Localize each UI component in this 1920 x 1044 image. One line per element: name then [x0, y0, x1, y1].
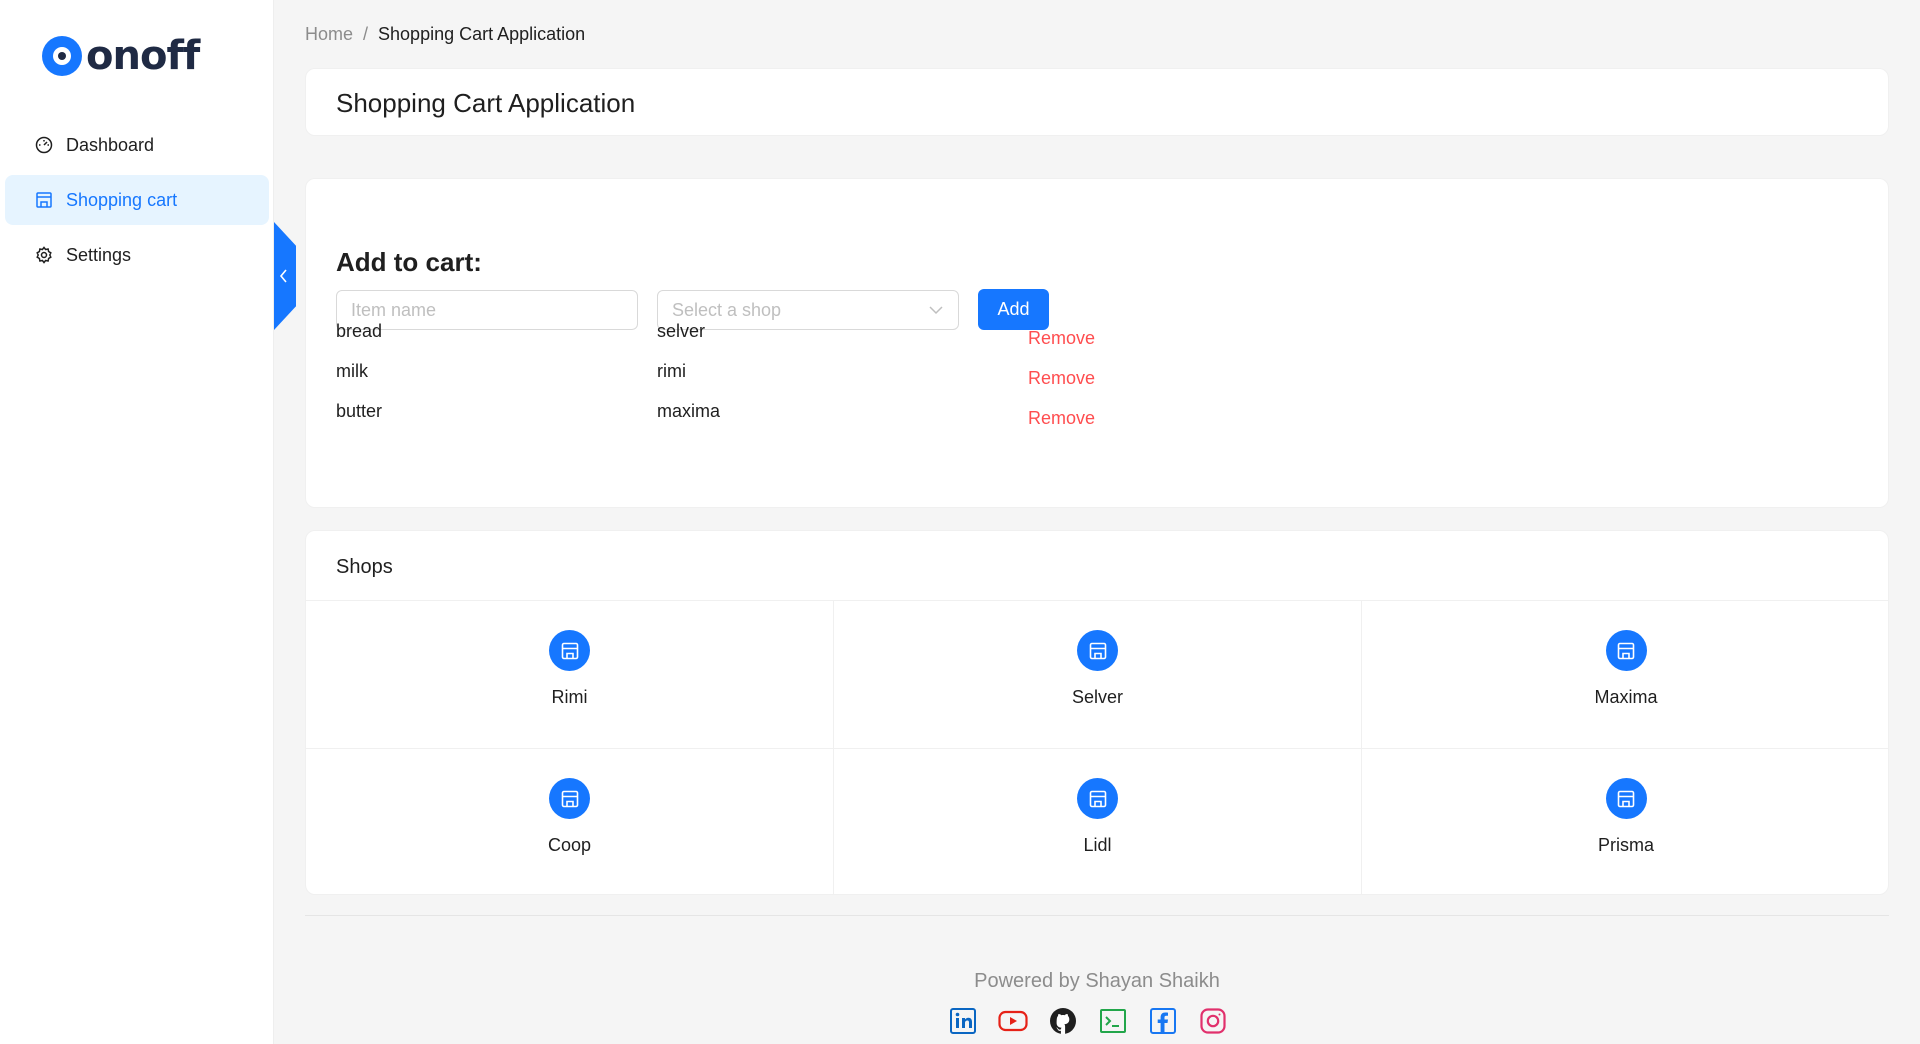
sidebar-item-settings[interactable]: Settings — [5, 230, 269, 280]
cart-item-shop: maxima — [657, 401, 721, 421]
footer-divider — [305, 915, 1889, 916]
social-links — [948, 1006, 1228, 1036]
shop-name: Selver — [1071, 687, 1124, 707]
breadcrumb-separator: / — [363, 24, 369, 44]
shop-icon — [34, 190, 54, 210]
instagram-icon[interactable] — [1198, 1006, 1228, 1036]
sidebar-item-label: Shopping cart — [66, 189, 178, 210]
sidebar-item-shopping-cart[interactable]: Shopping cart — [5, 175, 269, 225]
shop-icon — [549, 630, 590, 671]
chevron-down-icon — [929, 306, 943, 315]
shop-icon — [1605, 630, 1647, 671]
terminal-icon[interactable] — [1098, 1006, 1128, 1036]
shop-name: Prisma — [1597, 835, 1654, 855]
github-icon[interactable] — [1048, 1006, 1078, 1036]
logo-mark-icon — [42, 36, 82, 76]
cart-item-name: milk — [336, 361, 368, 381]
breadcrumb-current: Shopping Cart Application — [378, 24, 586, 44]
cart-item-shop: selver — [657, 321, 706, 341]
footer-credit: Powered by Shayan Shaikh — [974, 970, 1220, 992]
shop-icon — [1077, 630, 1118, 671]
youtube-icon[interactable] — [998, 1006, 1028, 1036]
linkedin-icon[interactable] — [948, 1006, 978, 1036]
logo[interactable]: onoff — [42, 33, 200, 79]
cart-row: bread selver Remove — [336, 321, 1236, 361]
sidebar-item-label: Dashboard — [66, 134, 155, 155]
shop-select-placeholder: Select a shop — [672, 299, 782, 320]
cart-item-name: bread — [336, 321, 383, 341]
cart-row: milk rimi Remove — [336, 361, 1236, 401]
page-header-card: Shopping Cart Application — [305, 68, 1889, 136]
remove-button[interactable]: Remove — [1028, 368, 1095, 389]
shop-card-selver[interactable]: Selver — [834, 601, 1362, 749]
shop-card-prisma[interactable]: Prisma — [1362, 749, 1888, 894]
sidebar-nav: Dashboard Shopping cart Settings — [5, 120, 269, 285]
cart-item-shop: rimi — [657, 361, 686, 381]
shop-name: Maxima — [1594, 687, 1658, 707]
shop-name: Lidl — [1083, 835, 1112, 855]
remove-button[interactable]: Remove — [1028, 328, 1095, 349]
shop-icon — [1605, 778, 1647, 819]
sidebar-item-label: Settings — [66, 244, 132, 265]
sidebar-item-dashboard[interactable]: Dashboard — [5, 120, 269, 170]
add-to-cart-card: Add to cart: Select a shop Add bread sel… — [305, 178, 1889, 508]
shop-card-coop[interactable]: Coop — [306, 749, 834, 894]
shop-icon — [1077, 778, 1118, 819]
remove-button[interactable]: Remove — [1028, 408, 1095, 429]
shop-name: Coop — [547, 835, 592, 855]
shops-grid: Rimi Selver Maxima Coop Lidl Prisma — [306, 600, 1888, 894]
breadcrumb: Home / Shopping Cart Application — [305, 24, 585, 45]
shops-card: Shops Rimi Selver Maxima Coop Lidl Prism… — [305, 530, 1889, 895]
shop-card-maxima[interactable]: Maxima — [1362, 601, 1888, 749]
logo-text: onoff — [86, 33, 200, 79]
sidebar-collapse-button[interactable] — [274, 222, 296, 330]
shop-card-lidl[interactable]: Lidl — [834, 749, 1362, 894]
dashboard-icon — [34, 135, 54, 155]
cart-heading: Add to cart: — [336, 247, 482, 277]
chevron-left-icon — [279, 269, 287, 283]
gear-icon — [34, 245, 54, 265]
page-title: Shopping Cart Application — [336, 88, 636, 118]
sidebar: onoff Dashboard Shopping cart Settings — [0, 0, 274, 1044]
shop-name: Rimi — [551, 687, 588, 707]
shops-title: Shops — [336, 556, 393, 578]
shop-icon — [549, 778, 590, 819]
shop-card-rimi[interactable]: Rimi — [306, 601, 834, 749]
cart-row: butter maxima Remove — [336, 401, 1236, 441]
cart-item-name: butter — [336, 401, 383, 421]
breadcrumb-home[interactable]: Home — [305, 24, 353, 45]
facebook-icon[interactable] — [1148, 1006, 1178, 1036]
